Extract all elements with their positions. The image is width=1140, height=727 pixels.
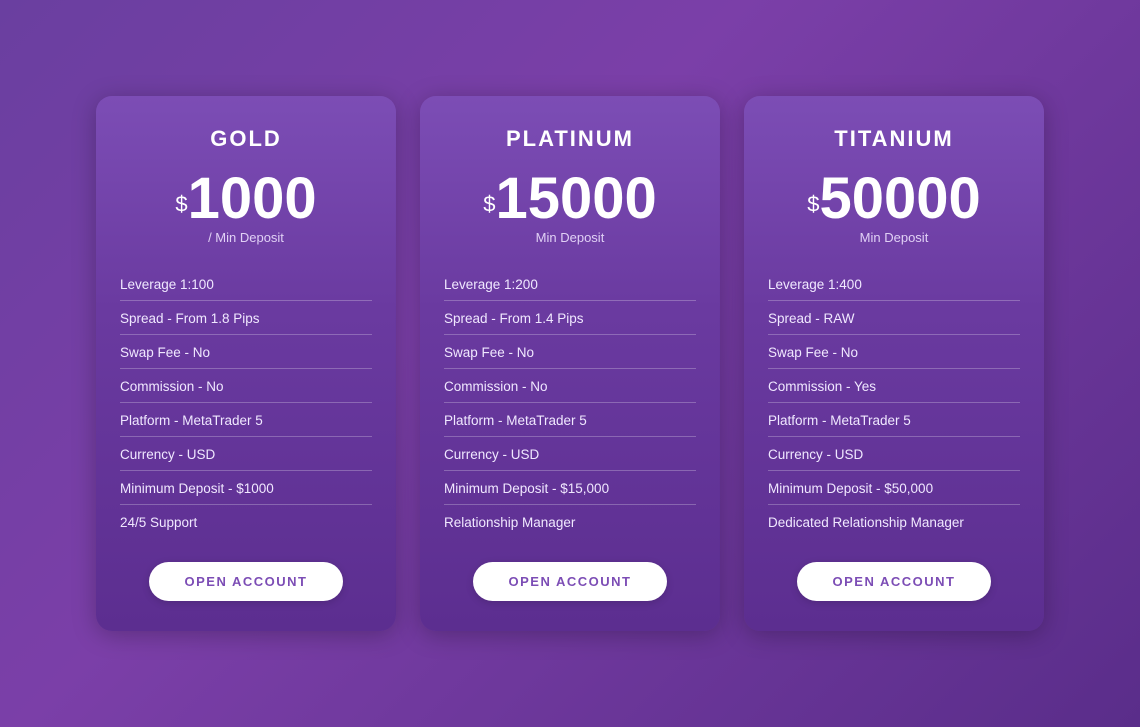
feature-item-platinum-3: Commission - No (444, 369, 696, 403)
card-title-titanium: TITANIUM (768, 126, 1020, 152)
features-list-gold: Leverage 1:100Spread - From 1.8 PipsSwap… (120, 267, 372, 538)
price-amount-titanium: 50000 (819, 166, 980, 231)
pricing-card-gold: GOLD$1000/ Min DepositLeverage 1:100Spre… (96, 96, 396, 631)
price-symbol-platinum: $ (483, 192, 495, 217)
price-symbol-titanium: $ (807, 192, 819, 217)
feature-item-gold-6: Minimum Deposit - $1000 (120, 471, 372, 505)
feature-item-gold-1: Spread - From 1.8 Pips (120, 301, 372, 335)
feature-item-platinum-0: Leverage 1:200 (444, 267, 696, 301)
pricing-container: GOLD$1000/ Min DepositLeverage 1:100Spre… (66, 56, 1074, 671)
feature-item-gold-4: Platform - MetaTrader 5 (120, 403, 372, 437)
feature-item-titanium-7: Dedicated Relationship Manager (768, 505, 1020, 538)
open-account-button-gold[interactable]: OPEN ACCOUNT (149, 562, 344, 601)
price-symbol-gold: $ (175, 192, 187, 217)
feature-item-platinum-1: Spread - From 1.4 Pips (444, 301, 696, 335)
feature-item-gold-3: Commission - No (120, 369, 372, 403)
card-title-gold: GOLD (120, 126, 372, 152)
feature-item-titanium-4: Platform - MetaTrader 5 (768, 403, 1020, 437)
feature-item-gold-5: Currency - USD (120, 437, 372, 471)
feature-item-gold-7: 24/5 Support (120, 505, 372, 538)
feature-item-titanium-1: Spread - RAW (768, 301, 1020, 335)
price-main-platinum: $15000 (444, 170, 696, 228)
price-label-titanium: Min Deposit (768, 230, 1020, 245)
feature-item-platinum-2: Swap Fee - No (444, 335, 696, 369)
features-list-platinum: Leverage 1:200Spread - From 1.4 PipsSwap… (444, 267, 696, 538)
price-main-gold: $1000 (120, 170, 372, 228)
price-main-titanium: $50000 (768, 170, 1020, 228)
feature-item-titanium-0: Leverage 1:400 (768, 267, 1020, 301)
feature-item-gold-0: Leverage 1:100 (120, 267, 372, 301)
price-block-titanium: $50000 Min Deposit (768, 170, 1020, 245)
price-block-platinum: $15000 Min Deposit (444, 170, 696, 245)
feature-item-titanium-5: Currency - USD (768, 437, 1020, 471)
feature-item-platinum-7: Relationship Manager (444, 505, 696, 538)
feature-item-titanium-2: Swap Fee - No (768, 335, 1020, 369)
open-account-button-platinum[interactable]: OPEN ACCOUNT (473, 562, 668, 601)
price-amount-platinum: 15000 (495, 166, 656, 231)
feature-item-titanium-6: Minimum Deposit - $50,000 (768, 471, 1020, 505)
feature-item-platinum-4: Platform - MetaTrader 5 (444, 403, 696, 437)
pricing-card-titanium: TITANIUM$50000Min DepositLeverage 1:400S… (744, 96, 1044, 631)
open-account-button-titanium[interactable]: OPEN ACCOUNT (797, 562, 992, 601)
feature-item-platinum-5: Currency - USD (444, 437, 696, 471)
feature-item-titanium-3: Commission - Yes (768, 369, 1020, 403)
features-list-titanium: Leverage 1:400Spread - RAWSwap Fee - NoC… (768, 267, 1020, 538)
price-block-gold: $1000 / Min Deposit (120, 170, 372, 245)
price-amount-gold: 1000 (188, 166, 317, 231)
feature-item-gold-2: Swap Fee - No (120, 335, 372, 369)
card-title-platinum: PLATINUM (444, 126, 696, 152)
pricing-card-platinum: PLATINUM$15000Min DepositLeverage 1:200S… (420, 96, 720, 631)
price-label-gold: / Min Deposit (120, 230, 372, 245)
price-label-platinum: Min Deposit (444, 230, 696, 245)
feature-item-platinum-6: Minimum Deposit - $15,000 (444, 471, 696, 505)
